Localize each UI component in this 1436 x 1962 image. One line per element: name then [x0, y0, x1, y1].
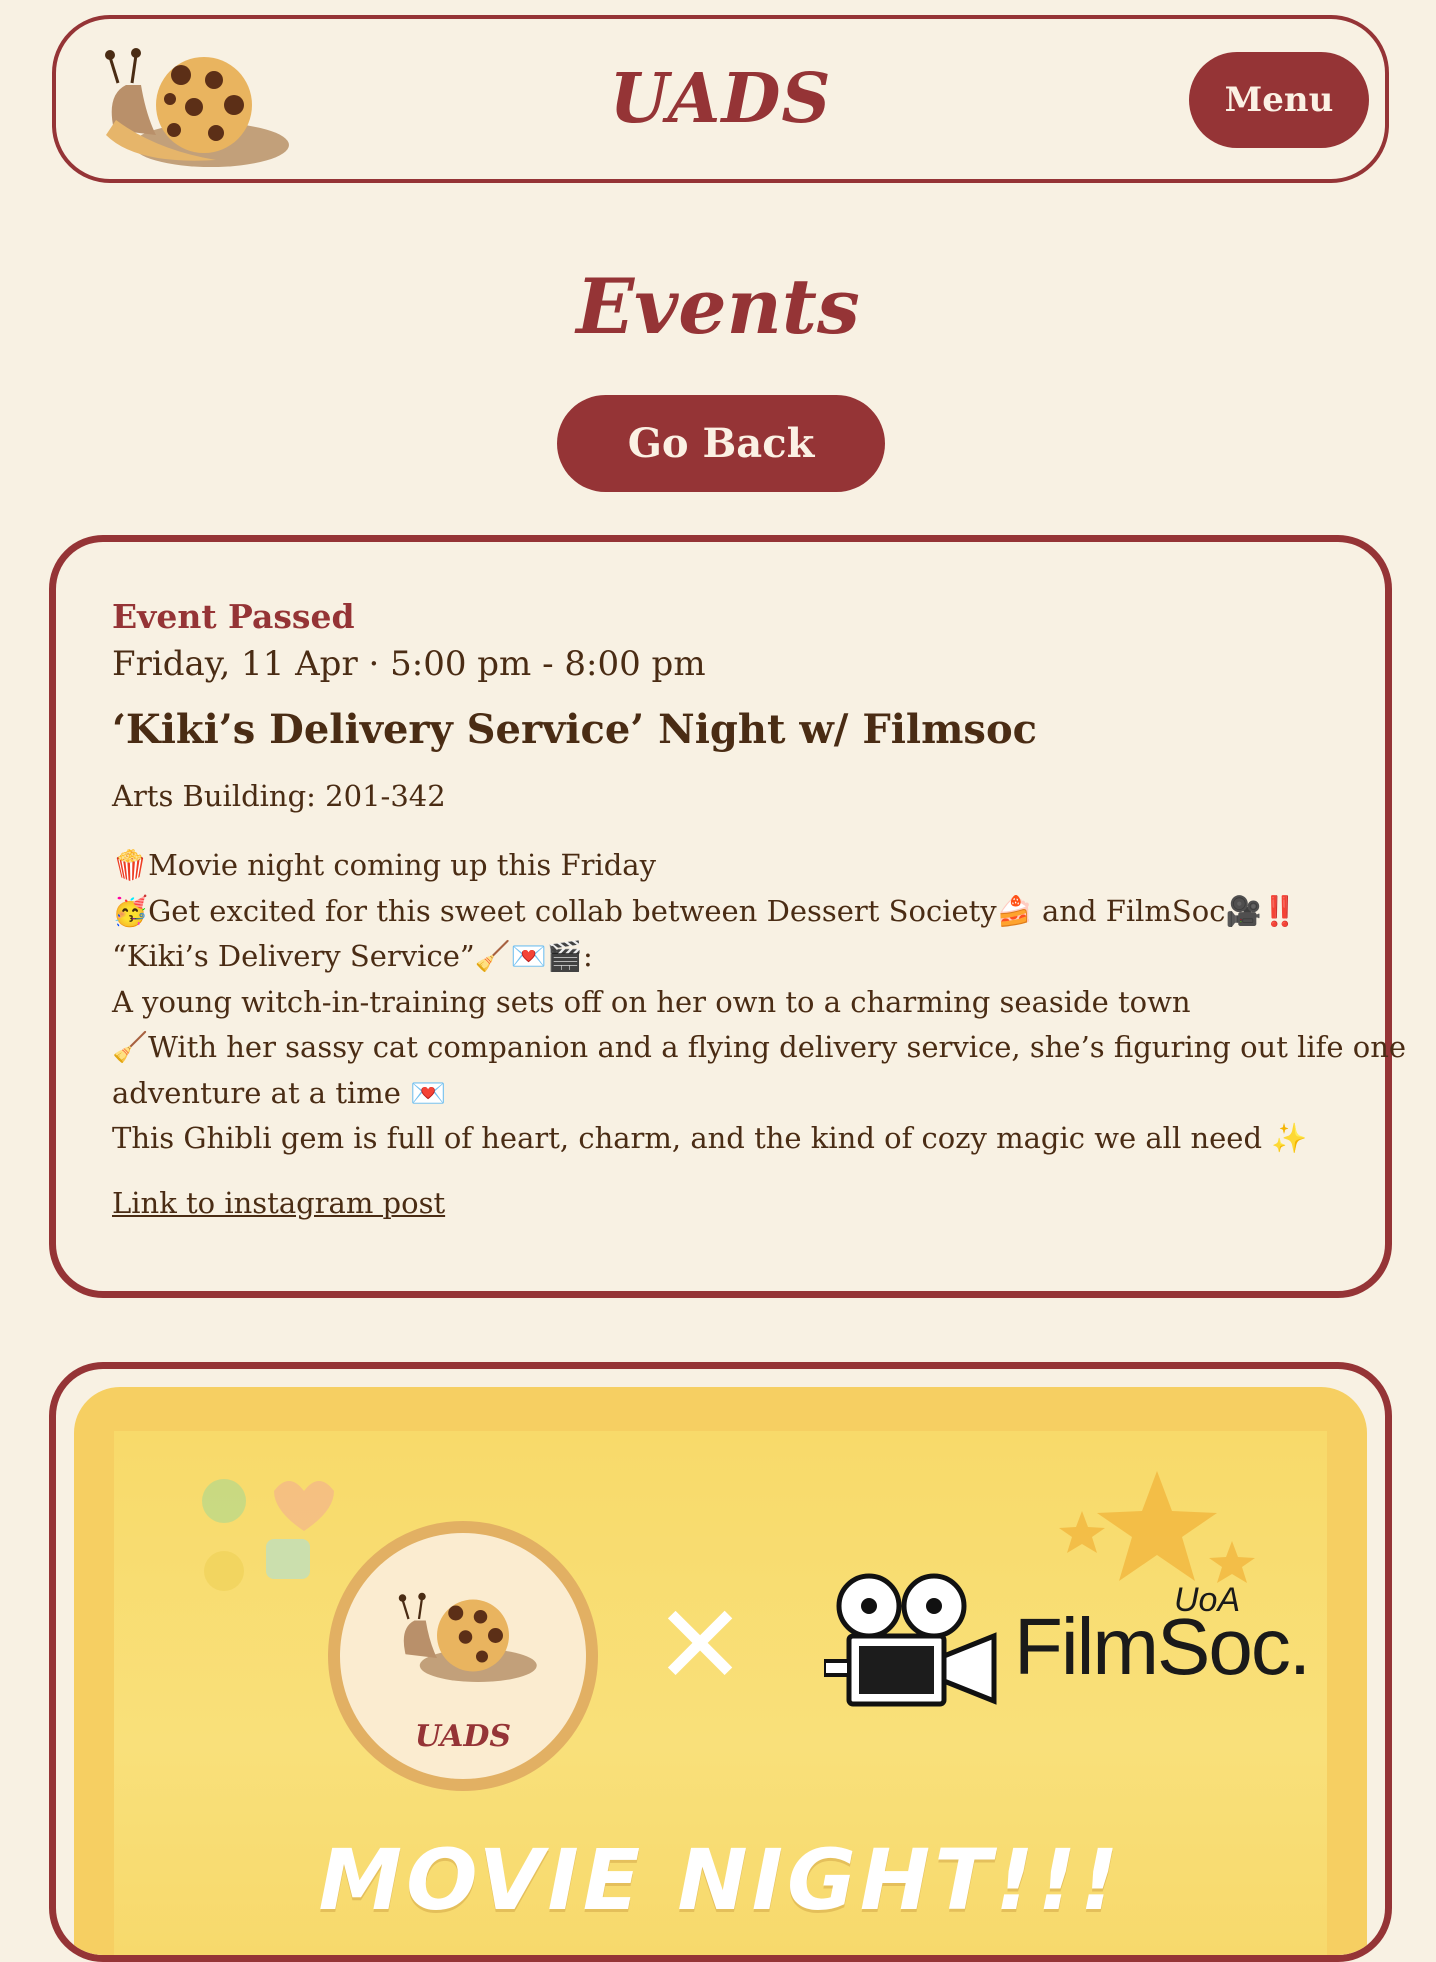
- description-line: A young witch-in-training sets off on he…: [112, 984, 1191, 1019]
- menu-button[interactable]: Menu: [1189, 52, 1369, 148]
- event-title: ‘Kiki’s Delivery Service’ Night w/ Films…: [112, 706, 1037, 753]
- event-datetime: Friday, 11 Apr · 5:00 pm - 8:00 pm: [112, 644, 706, 684]
- candy-icon: [202, 1479, 334, 1591]
- description-line: “Kiki’s Delivery Service”🧹💌🎬:: [112, 939, 593, 973]
- go-back-button[interactable]: Go Back: [557, 395, 885, 492]
- collab-cross-icon: ✕: [654, 1581, 747, 1709]
- description-line: 🍿Movie night coming up this Friday: [112, 848, 656, 882]
- brand-title[interactable]: UADS: [56, 59, 1385, 139]
- filmsoc-logo-text: FilmSoc.: [1014, 1602, 1311, 1691]
- description-line: This Ghibli gem is full of heart, charm,…: [112, 1121, 1308, 1155]
- event-description: 🍿Movie night coming up this Friday 🥳Get …: [112, 843, 1407, 1162]
- uads-badge: UADS: [328, 1521, 598, 1791]
- description-line: 🧹With her sassy cat companion and a flyi…: [112, 1030, 1407, 1064]
- event-card: Event Passed Friday, 11 Apr · 5:00 pm - …: [49, 535, 1407, 1298]
- event-status: Event Passed: [112, 597, 355, 636]
- description-line: adventure at a time 💌: [112, 1075, 447, 1110]
- film-camera-icon: [824, 1573, 997, 1707]
- instagram-post-link[interactable]: Link to instagram post: [112, 1186, 445, 1220]
- event-location: Arts Building: 201-342: [112, 779, 446, 813]
- poster-headline: MOVIE NIGHT!!!: [318, 1831, 1123, 1929]
- event-poster-image: UADS ✕ FilmSoc. UoA MOVIE NIGHT!!!: [74, 1387, 1367, 1955]
- badge-text: UADS: [414, 1719, 512, 1754]
- description-line: 🥳Get excited for this sweet collab betwe…: [112, 893, 1298, 928]
- event-poster-card: UADS ✕ FilmSoc. UoA MOVIE NIGHT!!!: [49, 1362, 1392, 1962]
- uoa-logo-text: UoA: [1174, 1581, 1241, 1619]
- snail-cookie-icon: [398, 1592, 537, 1682]
- page-title: Events: [576, 262, 860, 351]
- site-header: UADS Menu: [52, 15, 1389, 183]
